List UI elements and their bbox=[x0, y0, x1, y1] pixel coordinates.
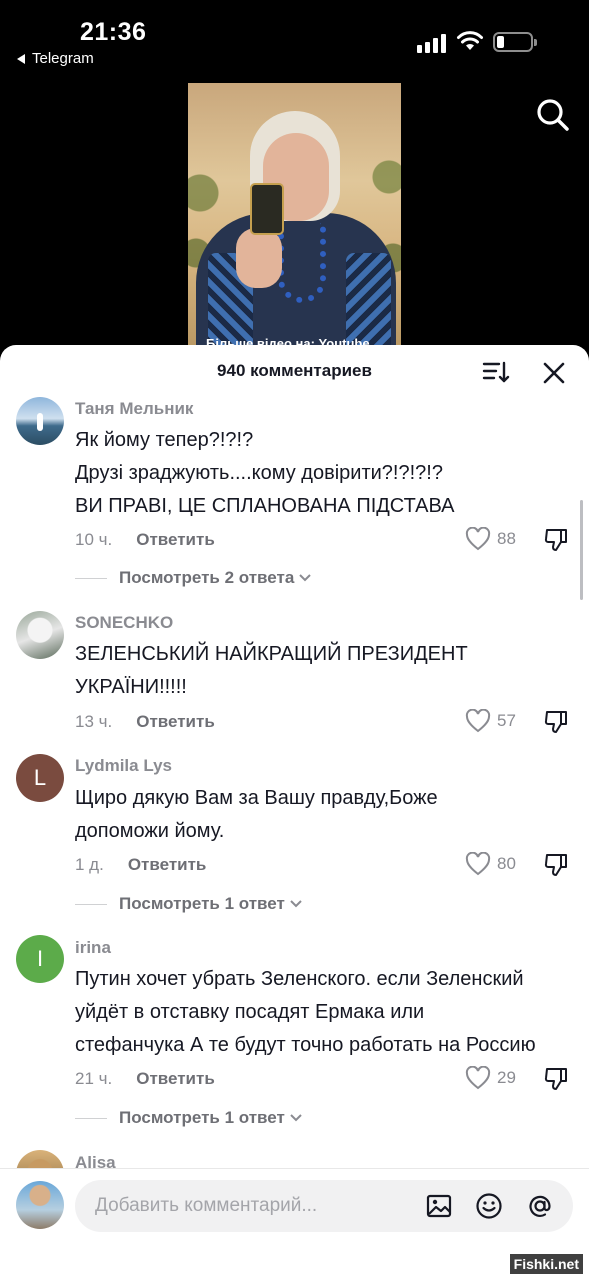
view-replies-button[interactable]: Посмотреть 1 ответ bbox=[75, 894, 303, 914]
cellular-signal-icon bbox=[417, 34, 446, 53]
dislike-icon[interactable] bbox=[543, 709, 569, 735]
heart-icon bbox=[465, 852, 491, 876]
reply-button[interactable]: Ответить bbox=[136, 712, 215, 732]
current-user-avatar[interactable] bbox=[16, 1181, 64, 1229]
back-app-label: Telegram bbox=[32, 50, 94, 67]
avatar[interactable]: I bbox=[16, 935, 64, 983]
dislike-icon[interactable] bbox=[543, 852, 569, 878]
heart-icon bbox=[465, 709, 491, 733]
comment-meta: 13 ч. Ответить bbox=[75, 712, 215, 732]
chevron-down-icon bbox=[299, 574, 312, 582]
view-replies-label: Посмотреть 1 ответ bbox=[119, 894, 285, 913]
comment-line: допоможи йому. bbox=[75, 820, 225, 842]
comment-time: 21 ч. bbox=[75, 1069, 113, 1088]
comments-sheet: 940 комментариев Таня Мельник Як йому те… bbox=[0, 345, 589, 1280]
view-replies-button[interactable]: Посмотреть 2 ответа bbox=[75, 568, 312, 588]
comment-line: стефанчука А те будут точно работать на … bbox=[75, 1034, 536, 1056]
comment-input-bar: Fishki.net bbox=[0, 1168, 589, 1280]
comments-header: 940 комментариев bbox=[0, 345, 589, 397]
back-triangle-icon bbox=[17, 53, 25, 64]
reply-button[interactable]: Ответить bbox=[128, 855, 207, 875]
avatar[interactable] bbox=[16, 611, 64, 659]
emoji-icon[interactable] bbox=[475, 1192, 503, 1220]
comment-text: Як йому тепер?!?!? Друзі зраджують....ко… bbox=[75, 424, 575, 523]
bead-necklace bbox=[278, 223, 326, 303]
search-icon[interactable] bbox=[533, 95, 573, 135]
chevron-down-icon bbox=[290, 1114, 302, 1122]
comment-time: 13 ч. bbox=[75, 712, 113, 731]
comment-text: Путин хочет убрать Зеленского. если Зеле… bbox=[75, 963, 575, 1062]
like-button[interactable]: 57 bbox=[465, 709, 516, 733]
battery-icon bbox=[493, 32, 537, 52]
reply-button[interactable]: Ответить bbox=[136, 530, 215, 550]
comment-time: 1 д. bbox=[75, 855, 104, 874]
video-player[interactable]: Більше відео на: Youtube bbox=[188, 83, 401, 363]
mention-icon[interactable] bbox=[526, 1192, 554, 1220]
divider bbox=[75, 1117, 107, 1119]
view-replies-label: Посмотреть 2 ответа bbox=[119, 568, 295, 587]
comment-author[interactable]: SONECHKO bbox=[75, 613, 173, 633]
divider bbox=[75, 903, 107, 905]
divider bbox=[75, 577, 107, 579]
scrollbar[interactable] bbox=[580, 500, 583, 600]
comment-input-container[interactable] bbox=[75, 1180, 573, 1232]
reply-button[interactable]: Ответить bbox=[136, 1069, 215, 1089]
comment-meta: 1 д. Ответить bbox=[75, 855, 206, 875]
view-replies-label: Посмотреть 1 ответ bbox=[119, 1108, 285, 1127]
like-count: 88 bbox=[497, 529, 516, 548]
comment-author[interactable]: Таня Мельник bbox=[75, 399, 193, 419]
comment-line: Друзі зраджують....кому довірити?!?!?!? bbox=[75, 462, 443, 484]
phone-in-hand bbox=[250, 183, 284, 235]
status-bar: 21:36 Telegram bbox=[0, 0, 589, 80]
sort-icon[interactable] bbox=[482, 359, 510, 385]
comment-line: Як йому тепер?!?!? bbox=[75, 429, 254, 451]
dislike-icon[interactable] bbox=[543, 1066, 569, 1092]
like-count: 29 bbox=[497, 1068, 516, 1087]
dislike-icon[interactable] bbox=[543, 527, 569, 553]
like-button[interactable]: 88 bbox=[465, 527, 516, 551]
close-icon[interactable] bbox=[540, 359, 568, 387]
clock: 21:36 bbox=[80, 18, 147, 46]
back-to-telegram-button[interactable]: Telegram bbox=[16, 50, 94, 67]
comment-author[interactable]: Lydmila Lys bbox=[75, 756, 172, 776]
comment-text: ЗЕЛЕНСЬКИЙ НАЙКРАЩИЙ ПРЕЗИДЕНТ УКРАЇНИ!!… bbox=[75, 638, 575, 704]
person-hand bbox=[236, 228, 282, 288]
comment-meta: 21 ч. Ответить bbox=[75, 1069, 215, 1089]
heart-icon bbox=[465, 527, 491, 551]
like-count: 57 bbox=[497, 711, 516, 730]
wifi-icon bbox=[457, 31, 483, 50]
comment-line: ВИ ПРАВІ, ЦЕ СПЛАНОВАНА ПІДСТАВА bbox=[75, 495, 455, 517]
comment-line: ЗЕЛЕНСЬКИЙ НАЙКРАЩИЙ ПРЕЗИДЕНТ bbox=[75, 643, 468, 665]
like-button[interactable]: 29 bbox=[465, 1066, 516, 1090]
watermark: Fishki.net bbox=[509, 1254, 583, 1274]
comment-line: Щиро дякую Вам за Вашу правду,Боже bbox=[75, 787, 438, 809]
comment-meta: 10 ч. Ответить bbox=[75, 530, 215, 550]
avatar[interactable]: L bbox=[16, 754, 64, 802]
comment-input[interactable] bbox=[95, 1180, 415, 1232]
image-icon[interactable] bbox=[425, 1192, 453, 1220]
like-button[interactable]: 80 bbox=[465, 852, 516, 876]
comment-line: уйдёт в отставку посадят Ермака или bbox=[75, 1001, 425, 1023]
comment-line: УКРАЇНИ!!!!! bbox=[75, 676, 187, 698]
comment-text: Щиро дякую Вам за Вашу правду,Боже допом… bbox=[75, 782, 575, 848]
comment-time: 10 ч. bbox=[75, 530, 113, 549]
heart-icon bbox=[465, 1066, 491, 1090]
avatar[interactable] bbox=[16, 397, 64, 445]
comment-author[interactable]: irina bbox=[75, 938, 111, 958]
avatar-letter: L bbox=[33, 765, 47, 790]
chevron-down-icon bbox=[290, 900, 302, 908]
view-replies-button[interactable]: Посмотреть 1 ответ bbox=[75, 1108, 303, 1128]
avatar-letter: I bbox=[36, 946, 44, 971]
comment-line: Путин хочет убрать Зеленского. если Зеле… bbox=[75, 968, 524, 990]
like-count: 80 bbox=[497, 854, 516, 873]
